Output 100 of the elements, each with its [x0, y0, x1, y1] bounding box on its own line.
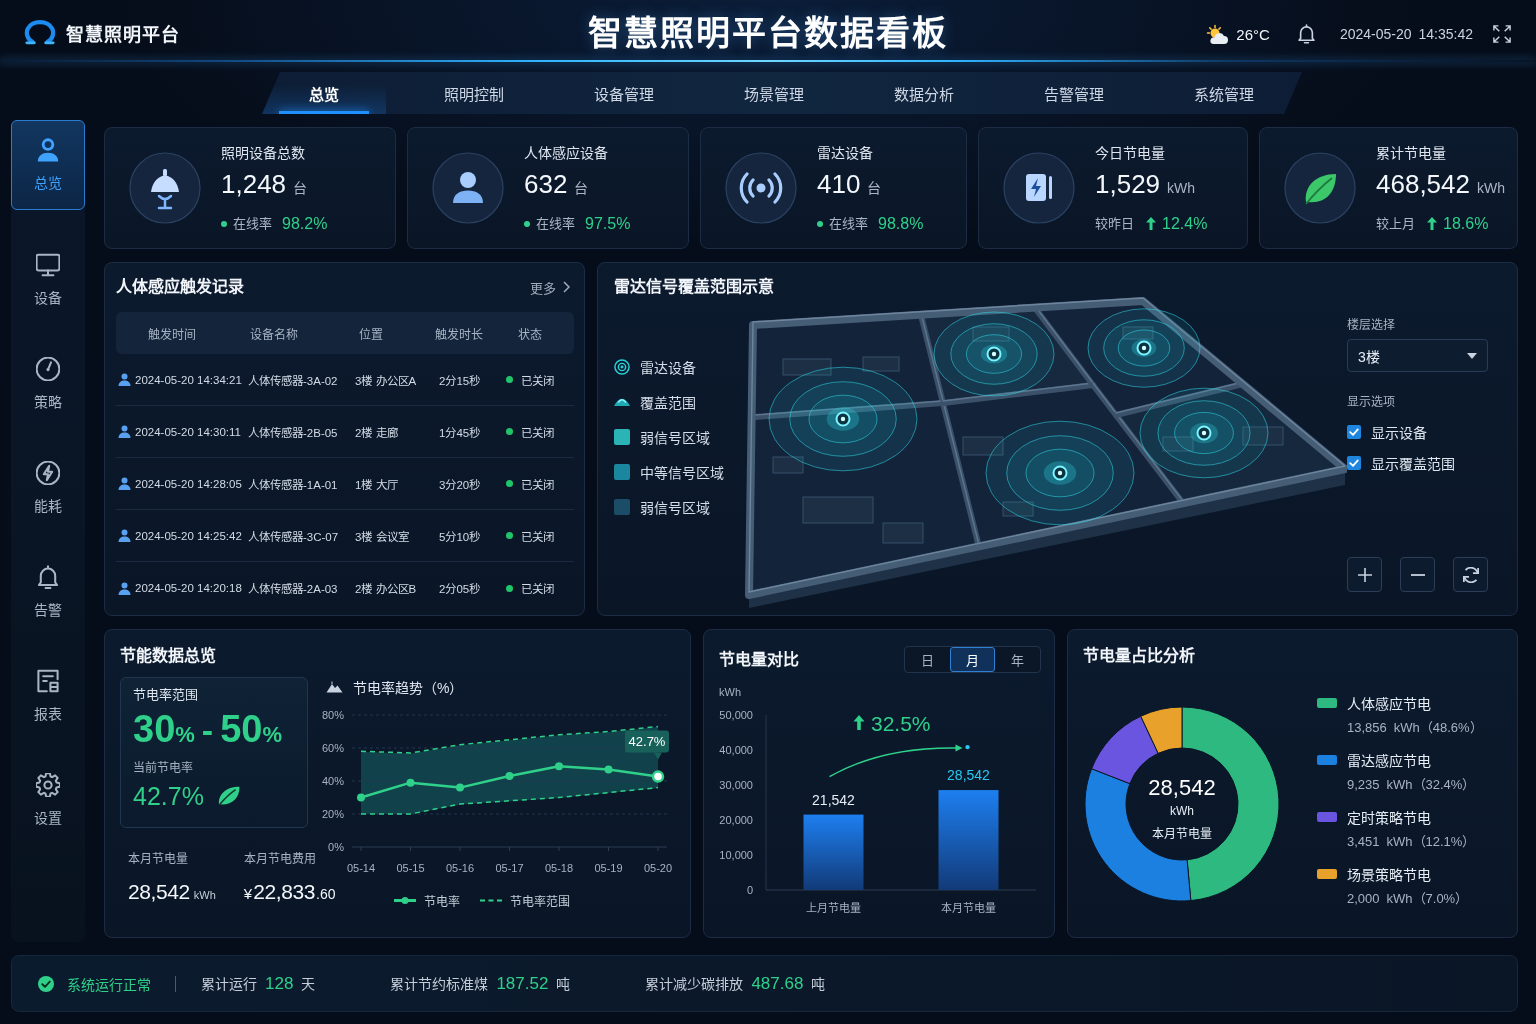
nav-tab[interactable]: 照明控制	[412, 72, 536, 114]
period-tab[interactable]: 日	[905, 647, 950, 672]
stat-value: 22,833	[253, 880, 316, 904]
column-header: 触发时长	[435, 326, 484, 342]
nav-tab[interactable]: 设备管理	[562, 72, 686, 114]
dome-icon	[614, 398, 630, 406]
status-dot-icon	[221, 220, 227, 227]
kpi-unit: kWh	[1477, 178, 1505, 198]
table-cell-text: 人体传感器-2A-03	[247, 582, 339, 596]
axis-label: 10,000	[719, 849, 753, 861]
legend-share: （32.4%）	[1412, 776, 1476, 794]
temperature-text: 26°C	[1236, 25, 1270, 43]
stat-decimals: .60	[316, 886, 336, 902]
kpi-label: 照明设备总数	[221, 143, 306, 162]
sidebar-item[interactable]: 能耗	[11, 443, 85, 533]
kpi-sub-label: 较昨日	[1095, 214, 1134, 233]
sidebar-item[interactable]: 设备	[11, 235, 85, 325]
nav-tab[interactable]: 告警管理	[1012, 72, 1136, 114]
table-cell-text: 人体传感器-1A-01	[247, 477, 339, 492]
leaf-icon	[1284, 152, 1356, 224]
chevron-right-icon	[563, 281, 570, 293]
stat-label: 累计运行	[201, 975, 257, 993]
axis-label: 50,000	[719, 709, 753, 721]
range-separator: -	[201, 710, 214, 750]
sidebar-item[interactable]: 报表	[11, 651, 85, 741]
period-tab[interactable]: 年	[995, 647, 1040, 672]
status-dot-icon	[506, 480, 513, 487]
legend-label: 雷达设备	[640, 359, 696, 377]
stat-value: 28,542	[128, 880, 190, 904]
nav-tab[interactable]: 系统管理	[1162, 72, 1286, 114]
sidebar-item[interactable]: 告警	[11, 547, 85, 637]
nav-tab[interactable]: 场景管理	[712, 72, 836, 114]
sidebar-item[interactable]: 策略	[11, 339, 85, 429]
kpi-unit: 台	[293, 178, 308, 198]
stat-value: 128	[265, 974, 294, 994]
currency-sign: ¥	[243, 885, 253, 902]
legend-share: （7.0%）	[1412, 890, 1469, 908]
kpi-sub-value: 18.6%	[1443, 214, 1489, 233]
period-tab[interactable]: 月	[950, 647, 995, 672]
checkbox-label[interactable]: 显示覆盖范围	[1371, 453, 1455, 473]
panel-title: 节能数据总览	[120, 646, 216, 666]
status-dot-icon	[506, 376, 513, 383]
axis-label: 40%	[321, 775, 344, 787]
stat-unit: 天	[301, 975, 316, 993]
settings-icon	[36, 773, 60, 797]
lamp-icon	[129, 152, 201, 224]
legend-label: 弱信号区域	[640, 429, 710, 447]
date-text: 2024-05-20	[1339, 26, 1412, 42]
range-number: 50	[220, 709, 263, 749]
legend-label: 人体感应节电	[1347, 695, 1431, 713]
nav-tab[interactable]: 数据分析	[862, 72, 986, 114]
stat-value: 187.52	[496, 974, 549, 994]
current-rate-value: 42.7%	[133, 781, 204, 811]
page-title: 智慧照明平台数据看板	[587, 12, 948, 54]
reset-view-button[interactable]	[1453, 557, 1488, 592]
chart-title: 节电率趋势（%）	[353, 679, 464, 697]
checkbox[interactable]	[1347, 456, 1361, 470]
field-label: 楼层选择	[1347, 318, 1396, 333]
table-cell-text: 1分45秒	[438, 425, 482, 440]
axis-label: 05-15	[396, 862, 425, 874]
fullscreen-icon[interactable]	[1493, 25, 1511, 43]
data-point	[406, 778, 415, 787]
table-cell-text: 3楼 会议室	[354, 529, 410, 544]
sidebar-item[interactable]: 总览	[11, 120, 85, 210]
table-cell: 2024-05-20 14:28:05	[135, 477, 242, 490]
checkbox-label[interactable]: 显示设备	[1371, 422, 1427, 442]
axis-label: 05-20	[643, 862, 673, 874]
legend-label: 中等信号区域	[640, 464, 724, 482]
kpi-label: 人体感应设备	[524, 143, 609, 162]
stat-label: 本月节电量	[128, 852, 189, 867]
legend-unit: kWh	[1386, 776, 1413, 794]
table-cell-text: 3楼 办公区A	[354, 373, 418, 388]
bolt-icon	[36, 461, 60, 485]
axis-title: kWh	[719, 686, 741, 698]
plus-icon	[1357, 567, 1372, 582]
kpi-label: 雷达设备	[817, 143, 874, 162]
status-dot-icon	[506, 532, 513, 539]
status-dot-icon	[506, 428, 513, 435]
axis-label: 0	[746, 884, 753, 896]
more-link[interactable]: 更多	[530, 277, 570, 297]
bell-icon[interactable]	[1297, 24, 1315, 44]
kpi-value: 1,529	[1095, 168, 1161, 199]
sun-cloud-icon	[1206, 23, 1230, 45]
legend-unit: kWh	[1386, 890, 1413, 908]
data-label: 28,542	[947, 767, 990, 784]
stat-unit: kWh	[193, 889, 216, 901]
center-unit: kWh	[1170, 804, 1194, 818]
sidebar-item[interactable]: 设置	[11, 755, 85, 845]
stat-unit: 吨	[556, 975, 571, 993]
caret-down-icon	[1467, 352, 1477, 359]
floor-select[interactable]: 3楼	[1347, 339, 1488, 372]
legend-share: （48.6%）	[1419, 719, 1483, 737]
zoom-out-button[interactable]	[1400, 557, 1435, 592]
table-cell-text: 1楼 大厅	[354, 477, 399, 492]
person-icon	[118, 373, 131, 386]
zoom-in-button[interactable]	[1347, 557, 1382, 592]
bell-icon	[36, 565, 60, 589]
checkbox[interactable]	[1347, 425, 1361, 439]
table-cell-text: 2楼 办公区B	[354, 582, 418, 596]
kpi-sub-label: 在线率	[536, 214, 575, 233]
